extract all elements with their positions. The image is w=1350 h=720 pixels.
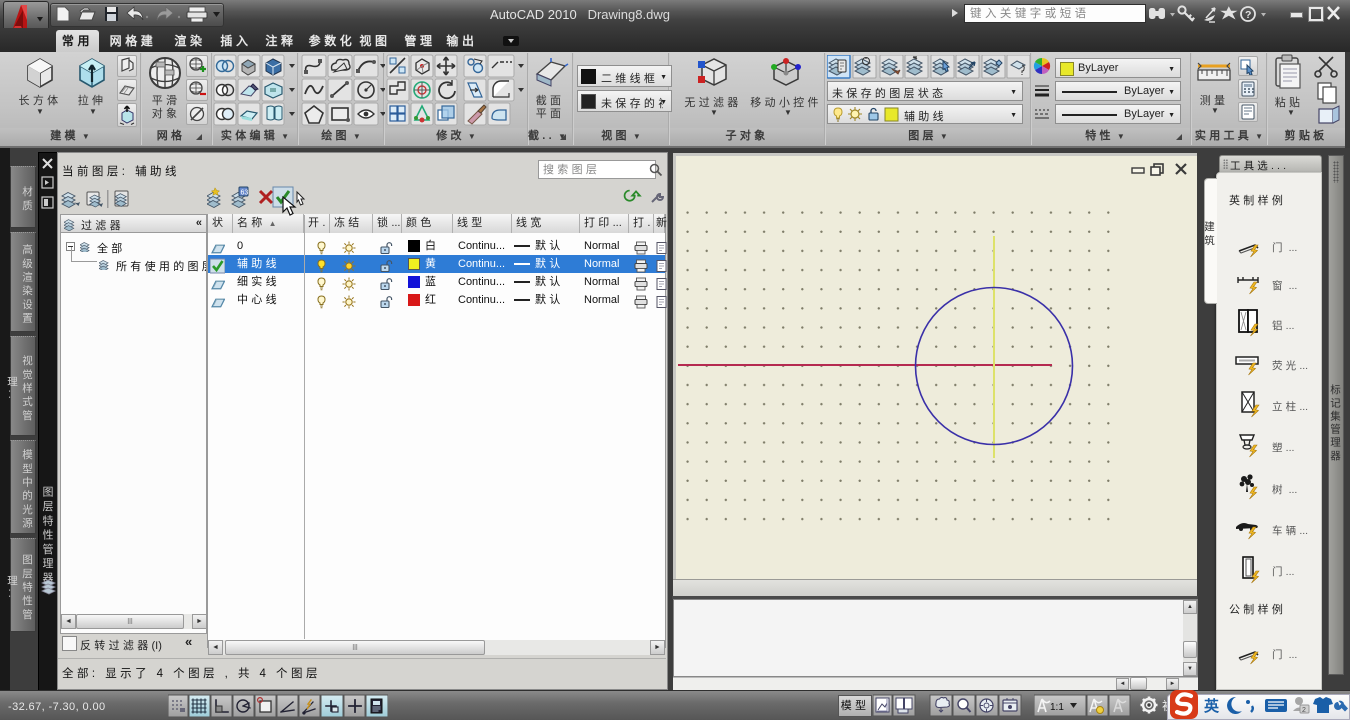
svg-text:63: 63 <box>241 190 249 197</box>
svg-text:?: ? <box>1245 9 1251 21</box>
svg-text:2: 2 <box>1302 707 1306 714</box>
svg-text:英: 英 <box>1204 697 1224 715</box>
svg-text:1:1: 1:1 <box>1050 702 1064 713</box>
